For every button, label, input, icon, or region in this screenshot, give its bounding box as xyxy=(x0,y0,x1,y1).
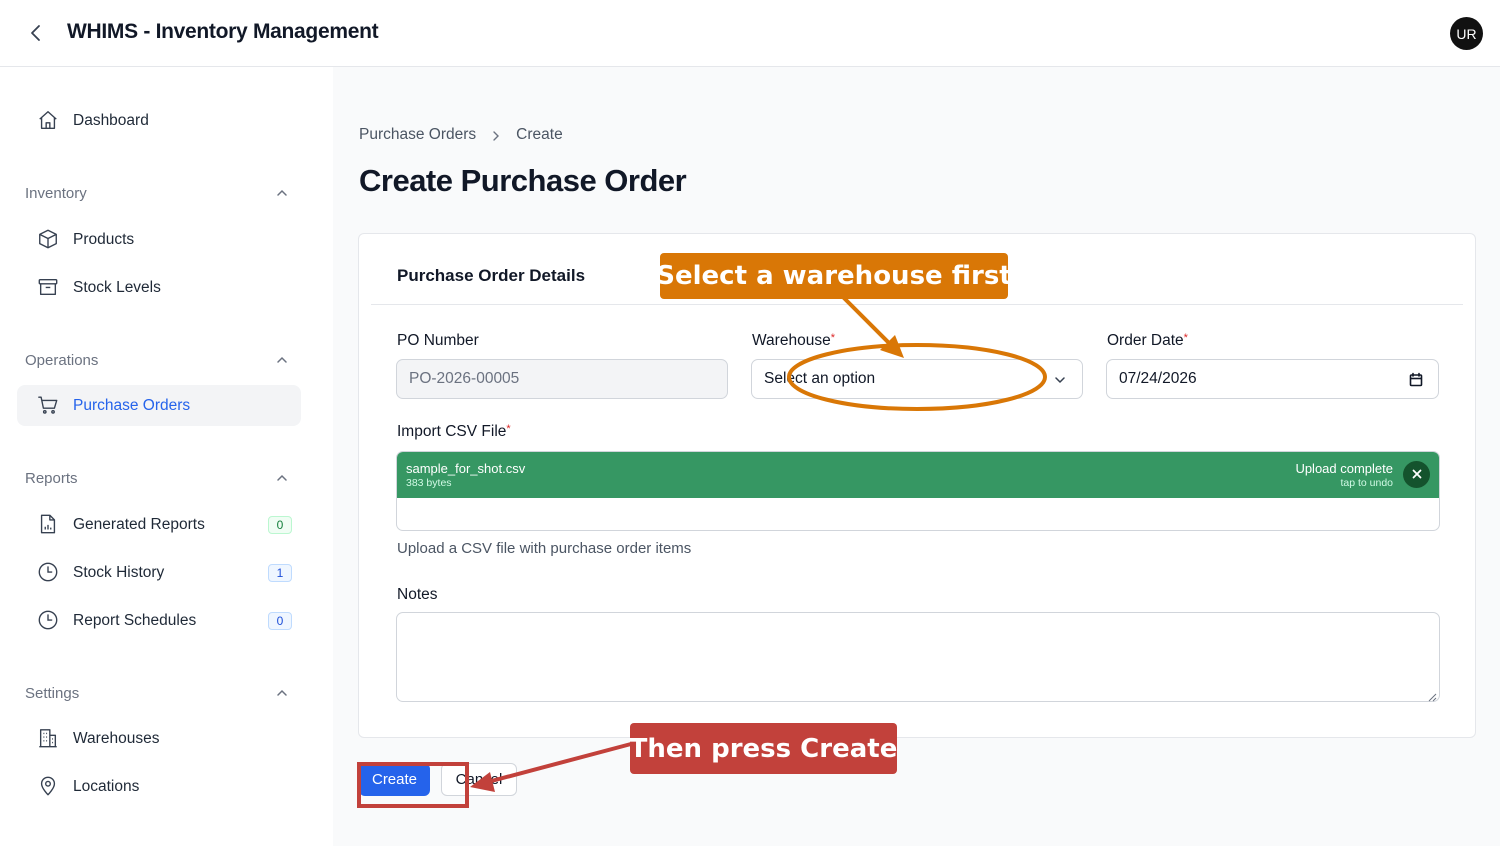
cube-icon xyxy=(37,228,59,250)
sidebar-item-label: Report Schedules xyxy=(73,612,197,629)
csv-label: Import CSV File* xyxy=(397,423,511,440)
close-icon xyxy=(1412,467,1422,482)
callout-warehouse: Select a warehouse first xyxy=(656,253,1012,299)
sidebar-item-stock-levels[interactable]: Stock Levels xyxy=(17,267,301,308)
sidebar-item-dashboard[interactable]: Dashboard xyxy=(17,100,301,141)
sidebar-item-locations[interactable]: Locations xyxy=(17,766,301,807)
sidebar-item-report-schedules[interactable]: Report Schedules 0 xyxy=(17,600,301,641)
sidebar: Dashboard Inventory Products Stock Level… xyxy=(0,67,333,846)
required-mark: * xyxy=(506,423,511,435)
user-avatar[interactable]: UR xyxy=(1450,17,1483,50)
back-arrow-icon[interactable] xyxy=(24,21,48,45)
required-mark: * xyxy=(830,332,835,344)
home-icon xyxy=(37,109,59,131)
divider xyxy=(371,304,1463,305)
sidebar-item-label: Purchase Orders xyxy=(73,397,191,414)
po-number-input: PO-2026-00005 xyxy=(396,359,728,399)
count-badge: 0 xyxy=(268,516,292,534)
sidebar-item-label: Stock Levels xyxy=(73,279,161,296)
section-heading: Purchase Order Details xyxy=(397,266,586,285)
cancel-button[interactable]: Cancel xyxy=(441,763,517,796)
sidebar-item-label: Generated Reports xyxy=(73,516,205,533)
calendar-icon[interactable] xyxy=(1408,372,1424,388)
count-badge: 1 xyxy=(268,564,292,582)
sidebar-item-generated-reports[interactable]: Generated Reports 0 xyxy=(17,504,301,545)
chevron-up-icon[interactable] xyxy=(274,352,290,368)
warehouse-label: Warehouse* xyxy=(752,332,835,349)
order-date-label: Order Date* xyxy=(1107,332,1188,349)
document-chart-icon xyxy=(37,513,59,535)
group-label-reports: Reports xyxy=(25,470,78,487)
breadcrumb: Purchase Orders Create xyxy=(359,126,563,144)
remove-file-button[interactable] xyxy=(1403,461,1430,488)
count-badge: 0 xyxy=(268,612,292,630)
sidebar-item-label: Warehouses xyxy=(73,730,160,747)
order-date-value: 07/24/2026 xyxy=(1119,370,1197,387)
group-label-settings: Settings xyxy=(25,685,80,702)
archive-box-icon xyxy=(37,276,59,298)
upload-undo-hint[interactable]: tap to undo xyxy=(1340,477,1393,489)
page-title: Create Purchase Order xyxy=(359,163,687,198)
group-label-inventory: Inventory xyxy=(25,185,87,202)
required-mark: * xyxy=(1183,332,1188,344)
clock-icon xyxy=(37,609,59,631)
sidebar-item-purchase-orders[interactable]: Purchase Orders xyxy=(17,385,301,426)
callout-create: Then press Create xyxy=(630,723,897,774)
warehouse-select[interactable]: Select an option xyxy=(751,359,1083,399)
purchase-order-card: Purchase Order Details PO Number PO-2026… xyxy=(358,233,1476,738)
group-label-operations: Operations xyxy=(25,352,99,369)
sidebar-item-stock-history[interactable]: Stock History 1 xyxy=(17,552,301,593)
chevron-right-icon xyxy=(490,129,502,141)
clock-icon xyxy=(37,561,59,583)
sidebar-item-label: Dashboard xyxy=(73,112,149,129)
upload-file-item: sample_for_shot.csv 383 bytes Upload com… xyxy=(397,452,1439,498)
notes-textarea[interactable] xyxy=(396,612,1440,702)
upload-file-size: 383 bytes xyxy=(406,477,452,489)
breadcrumb-item-create: Create xyxy=(516,126,563,143)
app-title: WHIMS - Inventory Management xyxy=(67,20,379,43)
create-button[interactable]: Create xyxy=(359,763,430,796)
resize-grip-icon[interactable] xyxy=(1427,689,1437,702)
sidebar-item-warehouses[interactable]: Warehouses xyxy=(17,718,301,759)
warehouse-select-value: Select an option xyxy=(764,370,876,387)
chevron-up-icon[interactable] xyxy=(274,685,290,701)
map-pin-icon xyxy=(37,775,59,797)
chevron-up-icon[interactable] xyxy=(274,470,290,486)
notes-label: Notes xyxy=(397,586,438,603)
breadcrumb-item-purchase-orders[interactable]: Purchase Orders xyxy=(359,126,476,144)
upload-status: Upload complete xyxy=(1295,461,1393,476)
chevron-down-icon xyxy=(1052,372,1068,388)
shopping-cart-icon xyxy=(37,394,59,416)
sidebar-item-label: Locations xyxy=(73,778,140,795)
po-number-label: PO Number xyxy=(397,332,479,349)
top-bar: WHIMS - Inventory Management UR xyxy=(0,0,1500,67)
building-icon xyxy=(37,727,59,749)
chevron-up-icon[interactable] xyxy=(274,185,290,201)
sidebar-item-label: Stock History xyxy=(73,564,165,581)
csv-upload-dropzone[interactable]: sample_for_shot.csv 383 bytes Upload com… xyxy=(396,451,1440,531)
csv-help-text: Upload a CSV file with purchase order it… xyxy=(397,540,692,557)
sidebar-item-products[interactable]: Products xyxy=(17,219,301,260)
order-date-input[interactable]: 07/24/2026 xyxy=(1106,359,1439,399)
upload-file-name: sample_for_shot.csv xyxy=(406,461,526,476)
sidebar-item-label: Products xyxy=(73,231,135,248)
